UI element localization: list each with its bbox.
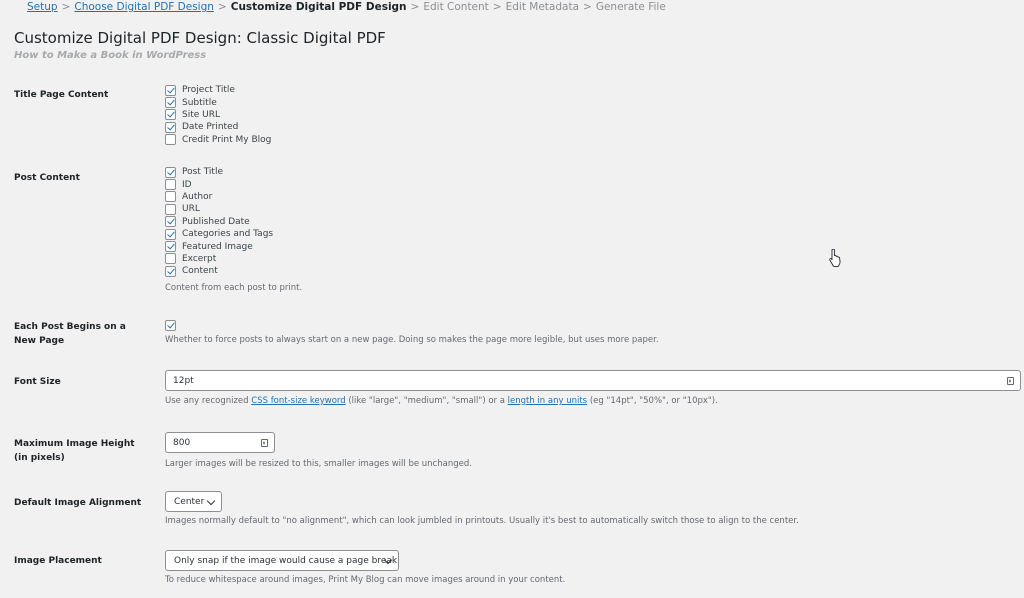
breadcrumb-separator: > (61, 1, 71, 13)
image-placement-select[interactable]: Only snap if the image would cause a pag… (165, 550, 399, 571)
page-title: Customize Digital PDF Design: Classic Di… (14, 29, 386, 47)
option-label: Credit Print My Blog (182, 134, 272, 145)
new-page-label: Each Post Begins on a New Page (14, 322, 126, 346)
checkbox[interactable] (165, 319, 176, 331)
checkbox[interactable] (165, 241, 176, 253)
new-page-option (165, 319, 182, 331)
image-alignment-value: Center (174, 496, 205, 507)
breadcrumb-separator: > (217, 1, 227, 13)
option-published-date[interactable]: Published Date (165, 216, 273, 228)
option-label: Post Title (182, 167, 223, 178)
checkbox[interactable] (165, 134, 176, 146)
option-label: Author (182, 191, 213, 202)
checkbox[interactable] (165, 179, 176, 191)
font-size-desc-text: Use any recognized (165, 396, 252, 406)
breadcrumb-generate-file: Generate File (595, 1, 666, 13)
option-label: ID (182, 179, 192, 190)
length-in-any-units-link[interactable]: length in any units (508, 396, 587, 406)
option-credit-print-my-blog[interactable]: Credit Print My Blog (165, 134, 271, 146)
max-image-height-input[interactable]: 800 (165, 432, 275, 453)
title-page-content-label: Title Page Content (14, 90, 109, 100)
post-content-label: Post Content (14, 173, 80, 183)
font-size-input[interactable]: 12pt (165, 370, 1021, 391)
breadcrumb-edit-content: Edit Content (423, 1, 489, 13)
checkbox[interactable] (165, 191, 176, 203)
image-placement-value: Only snap if the image would cause a pag… (174, 555, 398, 566)
spinner-icon[interactable] (1007, 376, 1014, 385)
image-alignment-select[interactable]: Center (165, 491, 222, 512)
max-image-height-description: Larger images will be resized to this, s… (165, 459, 472, 469)
option-label: Content (182, 266, 218, 277)
option-project-title[interactable]: Project Title (165, 84, 271, 96)
checkbox[interactable] (165, 216, 176, 228)
breadcrumb-choose-design-link[interactable]: Choose Digital PDF Design (74, 1, 214, 13)
breadcrumb-current-step: Customize Digital PDF Design (230, 1, 407, 13)
option-id[interactable]: ID (165, 178, 273, 191)
checkbox[interactable] (165, 253, 176, 265)
chevron-down-icon (206, 496, 216, 505)
option-subtitle[interactable]: Subtitle (165, 96, 271, 109)
font-size-label: Font Size (14, 377, 61, 387)
option-url[interactable]: URL (165, 203, 273, 215)
hand-pointer-icon (829, 249, 841, 267)
breadcrumb-separator: > (410, 1, 420, 13)
image-placement-label: Image Placement (14, 556, 102, 566)
post-content-description: Content from each post to print. (165, 283, 303, 293)
option-label: Project Title (182, 85, 235, 96)
option-label: Published Date (182, 216, 250, 227)
option-label: Site URL (182, 109, 220, 120)
checkbox[interactable] (165, 203, 176, 215)
breadcrumb-setup-link[interactable]: Setup (27, 1, 58, 13)
max-image-height-label: Maximum Image Height (in pixels) (14, 439, 135, 463)
title-page-content-options: Project Title Subtitle Site URL Date Pri… (165, 84, 271, 146)
checkbox[interactable] (165, 166, 176, 178)
option-label: Featured Image (182, 241, 253, 252)
new-page-description: Whether to force posts to always start o… (165, 335, 659, 345)
breadcrumb-separator: > (492, 1, 502, 13)
post-content-options: Post Title ID Author URL Published Date … (165, 166, 273, 278)
option-label: Excerpt (182, 253, 217, 264)
option-label: URL (182, 204, 200, 215)
option-categories-and-tags[interactable]: Categories and Tags (165, 228, 273, 240)
option-label: Date Printed (182, 122, 239, 133)
option-label: Subtitle (182, 97, 217, 108)
option-date-printed[interactable]: Date Printed (165, 121, 271, 133)
breadcrumb-edit-metadata: Edit Metadata (505, 1, 580, 13)
checkbox[interactable] (165, 97, 176, 109)
checkbox[interactable] (165, 265, 176, 277)
option-post-title[interactable]: Post Title (165, 166, 273, 178)
checkbox[interactable] (165, 228, 176, 240)
option-author[interactable]: Author (165, 191, 273, 203)
new-page-checkbox-row[interactable] (165, 319, 182, 331)
option-site-url[interactable]: Site URL (165, 109, 271, 121)
breadcrumb: Setup > Choose Digital PDF Design > Customiz… (27, 1, 666, 13)
font-size-value: 12pt (173, 375, 194, 386)
image-placement-description: To reduce whitespace around images, Prin… (165, 575, 566, 585)
page-subtitle: How to Make a Book in WordPress (14, 50, 207, 61)
image-alignment-description: Images normally default to "no alignment… (165, 516, 799, 526)
breadcrumb-separator: > (583, 1, 592, 13)
option-excerpt[interactable]: Excerpt (165, 253, 273, 265)
checkbox[interactable] (165, 121, 176, 133)
max-image-height-value: 800 (173, 437, 191, 448)
image-alignment-label: Default Image Alignment (14, 498, 142, 508)
font-size-desc-text: (like "large", "medium", "small") or a (345, 396, 508, 406)
font-size-desc-text: (eg "14pt", "50%", or "10px"). (587, 396, 718, 406)
checkbox[interactable] (165, 109, 176, 121)
option-content[interactable]: Content (165, 265, 273, 277)
css-font-size-keyword-link[interactable]: CSS font-size keyword (251, 396, 345, 406)
checkbox[interactable] (165, 84, 176, 96)
option-label: Categories and Tags (182, 229, 274, 240)
font-size-description: Use any recognized CSS font-size keyword… (165, 396, 718, 406)
spinner-icon[interactable] (261, 438, 268, 447)
option-featured-image[interactable]: Featured Image (165, 240, 273, 253)
